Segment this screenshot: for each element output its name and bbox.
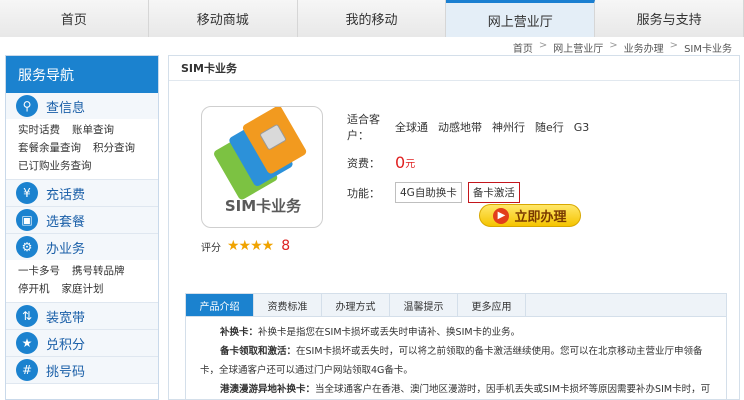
sidebar-link[interactable]: 账单查询 — [72, 124, 114, 136]
function-label: 功能： — [347, 186, 380, 200]
sidebar-section-broadband: ⇅ 装宽带 — [6, 303, 158, 330]
broadband-icon: ⇅ — [16, 305, 38, 327]
breadcrumb-separator: > — [538, 40, 548, 51]
sidebar: 服务导航 ⚲ 查信息 实时话费 账单查询 套餐余量查询 积分查询 已订购业务查询 ¥… — [5, 55, 159, 400]
sidebar-link[interactable]: 已订购业务查询 — [18, 160, 92, 172]
apply-now-label: 立即办理 — [514, 210, 567, 225]
desc-paragraph: 补换卡：补换卡是指您在SIM卡损坏或丢失时申请补、换SIM卡的业务。 — [220, 327, 521, 338]
tab-how-to-apply[interactable]: 办理方式 — [322, 294, 390, 316]
customer-brand: 全球通 — [395, 121, 428, 134]
detail-tabs: 产品介绍 资费标准 办理方式 温馨提示 更多应用 — [185, 293, 727, 317]
product-info: 适合客户： 全球通 动感地带 神州行 随e行 G3 资费： 0 元 功能： 4G自助换卡… — [347, 111, 599, 213]
tab-pricing[interactable]: 资费标准 — [254, 294, 322, 316]
function-option-self-swap[interactable]: 4G自助换卡 — [395, 182, 462, 203]
breadcrumb-separator: > — [669, 40, 679, 51]
sidebar-link[interactable]: 停开机 — [18, 283, 50, 295]
breadcrumb-online-hall[interactable]: 网上营业厅 — [553, 40, 603, 55]
desc-paragraph: 港澳漫游异地补换卡：当全球通客户在香港、澳门地区漫游时，因手机丢失或SIM卡损坏… — [220, 384, 711, 395]
desc-paragraph: 备卡领取和激活：在SIM卡损坏或丢失时，可以将之前领取的备卡激活继续使用。您可以… — [200, 346, 703, 376]
sidebar-item-label: 充话费 — [46, 187, 86, 203]
price-value: 0 — [395, 153, 406, 172]
price-label: 资费： — [347, 156, 380, 170]
sidebar-link[interactable]: 实时话费 — [18, 124, 60, 136]
apply-now-button[interactable]: ▶ 立即办理 — [479, 204, 581, 227]
sidebar-item-package[interactable]: ▣ 选套餐 — [6, 207, 158, 233]
breadcrumb-current: SIM卡业务 — [684, 44, 732, 55]
customers-label: 适合客户： — [347, 113, 380, 142]
sim-card-product-image: SIM卡业务 — [201, 106, 323, 228]
sim-card-icon: SIM卡业务 — [214, 107, 307, 215]
sidebar-item-query[interactable]: ⚲ 查信息 — [6, 93, 158, 119]
sidebar-title: 服务导航 — [6, 56, 158, 93]
sidebar-link[interactable]: 套餐余量查询 — [18, 142, 81, 154]
breadcrumb-business[interactable]: 业务办理 — [624, 40, 664, 55]
sidebar-item-recharge[interactable]: ¥ 充话费 — [6, 180, 158, 206]
rating-stars: ★★★★ — [227, 238, 274, 254]
sidebar-item-points[interactable]: ★ 兑积分 — [6, 330, 158, 356]
customer-brand: 随e行 — [535, 121, 564, 134]
rating: 评分 ★★★★ 8 — [201, 238, 290, 254]
customer-brand: G3 — [573, 121, 590, 134]
customers-list: 全球通 动感地带 神州行 随e行 G3 — [395, 119, 599, 135]
search-icon: ⚲ — [16, 95, 38, 117]
breadcrumb: 首页 > 网上营业厅 > 业务办理 > SIM卡业务 — [513, 40, 732, 55]
product-description: 补换卡：补换卡是指您在SIM卡损坏或丢失时申请补、换SIM卡的业务。 备卡领取和… — [185, 317, 727, 400]
sidebar-item-label: 挑号码 — [46, 364, 86, 380]
sidebar-item-broadband[interactable]: ⇅ 装宽带 — [6, 303, 158, 329]
sidebar-section-query: ⚲ 查信息 实时话费 账单查询 套餐余量查询 积分查询 已订购业务查询 — [6, 93, 158, 180]
sidebar-section-recharge: ¥ 充话费 — [6, 180, 158, 207]
customer-brand: 动感地带 — [438, 121, 482, 134]
nav-tab-service[interactable]: 服务与支持 — [595, 0, 744, 37]
product-image-label: SIM卡业务 — [225, 197, 302, 215]
sidebar-link[interactable]: 积分查询 — [93, 142, 135, 154]
breadcrumb-home[interactable]: 首页 — [513, 40, 533, 55]
sidebar-item-business[interactable]: ⚙ 办业务 — [6, 234, 158, 260]
sidebar-link[interactable]: 家庭计划 — [62, 283, 104, 295]
main-panel: SIM卡业务 SIM卡业务 评分 ★★★★ 8 适合客户： 全球通 动感地带 神州行… — [168, 55, 740, 400]
sidebar-item-label: 查信息 — [46, 100, 86, 116]
nav-tab-home[interactable]: 首页 — [0, 0, 149, 37]
number-icon: # — [16, 359, 38, 381]
sidebar-section-business: ⚙ 办业务 一卡多号 携号转品牌 停开机 家庭计划 — [6, 234, 158, 303]
tab-more-apps[interactable]: 更多应用 — [458, 294, 526, 316]
package-icon: ▣ — [16, 209, 38, 231]
cart-icon: ▶ — [493, 207, 510, 224]
sidebar-section-package: ▣ 选套餐 — [6, 207, 158, 234]
sidebar-item-label: 兑积分 — [46, 337, 86, 353]
points-icon: ★ — [16, 332, 38, 354]
nav-tab-my-mobile[interactable]: 我的移动 — [297, 0, 447, 37]
gear-icon: ⚙ — [16, 236, 38, 258]
top-nav: 首页 移动商城 我的移动 网上营业厅 服务与支持 — [0, 0, 744, 37]
sidebar-item-label: 装宽带 — [46, 310, 86, 326]
page-title: SIM卡业务 — [169, 56, 739, 81]
sidebar-link[interactable]: 携号转品牌 — [72, 265, 125, 277]
sidebar-section-number: # 挑号码 — [6, 357, 158, 384]
tab-tips[interactable]: 温馨提示 — [390, 294, 458, 316]
sidebar-link[interactable]: 一卡多号 — [18, 265, 60, 277]
function-option-backup-activate[interactable]: 备卡激活 — [467, 182, 520, 203]
sidebar-section-points: ★ 兑积分 — [6, 330, 158, 357]
sidebar-item-number[interactable]: # 挑号码 — [6, 357, 158, 383]
rating-score: 8 — [281, 238, 291, 254]
recharge-icon: ¥ — [16, 182, 38, 204]
price-unit: 元 — [405, 159, 416, 170]
rating-label: 评分 — [201, 242, 221, 254]
nav-tab-online-hall[interactable]: 网上营业厅 — [446, 0, 596, 37]
breadcrumb-separator: > — [609, 40, 618, 51]
tab-product-intro[interactable]: 产品介绍 — [186, 294, 254, 316]
sidebar-item-label: 选套餐 — [46, 214, 86, 230]
customer-brand: 神州行 — [492, 121, 525, 134]
sidebar-item-label: 办业务 — [46, 241, 86, 257]
nav-tab-mall[interactable]: 移动商城 — [148, 0, 298, 37]
